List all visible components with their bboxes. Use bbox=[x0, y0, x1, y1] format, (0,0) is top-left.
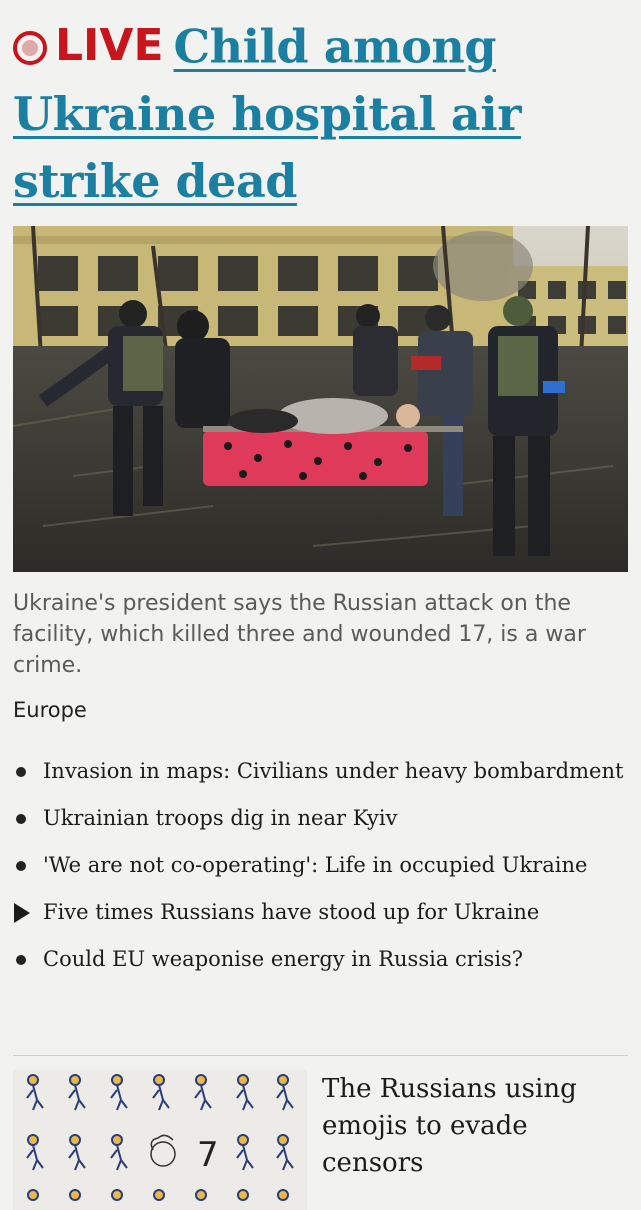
related-item[interactable]: Invasion in maps: Civilians under heavy … bbox=[13, 756, 628, 787]
bullet-icon bbox=[16, 861, 26, 871]
live-icon bbox=[13, 30, 47, 65]
bullet-icon bbox=[16, 814, 26, 824]
related-item[interactable]: 'We are not co-operating': Life in occup… bbox=[13, 850, 628, 881]
divider bbox=[13, 1055, 628, 1056]
related-item-label[interactable]: Could EU weaponise energy in Russia cris… bbox=[43, 947, 523, 971]
related-item-label[interactable]: 'We are not co-operating': Life in occup… bbox=[43, 853, 587, 877]
bullet-icon bbox=[16, 955, 26, 965]
related-item[interactable]: Could EU weaponise energy in Russia cris… bbox=[13, 944, 628, 975]
live-badge: LIVE bbox=[13, 12, 164, 79]
article-summary: Ukraine's president says the Russian att… bbox=[13, 591, 586, 678]
card-thumbnail[interactable]: 7 bbox=[13, 1070, 307, 1210]
related-item-video[interactable]: Five times Russians have stood up for Uk… bbox=[13, 897, 628, 928]
news-photo[interactable] bbox=[13, 226, 628, 572]
related-item[interactable]: Ukrainian troops dig in near Kyiv bbox=[13, 803, 628, 834]
related-item-label[interactable]: Ukrainian troops dig in near Kyiv bbox=[43, 806, 398, 830]
bullet-icon bbox=[16, 767, 26, 777]
play-icon bbox=[14, 903, 30, 923]
section-label[interactable]: Europe bbox=[13, 698, 87, 722]
related-links: Invasion in maps: Civilians under heavy … bbox=[13, 756, 628, 991]
card-title[interactable]: The Russians using emojis to evade censo… bbox=[322, 1071, 622, 1182]
related-item-label[interactable]: Invasion in maps: Civilians under heavy … bbox=[43, 759, 623, 783]
headline: LIVE Child among Ukraine hospital air st… bbox=[13, 12, 633, 215]
live-label: LIVE bbox=[55, 20, 164, 71]
card-thumb-number: 7 bbox=[197, 1135, 219, 1175]
related-item-label[interactable]: Five times Russians have stood up for Uk… bbox=[43, 900, 539, 924]
